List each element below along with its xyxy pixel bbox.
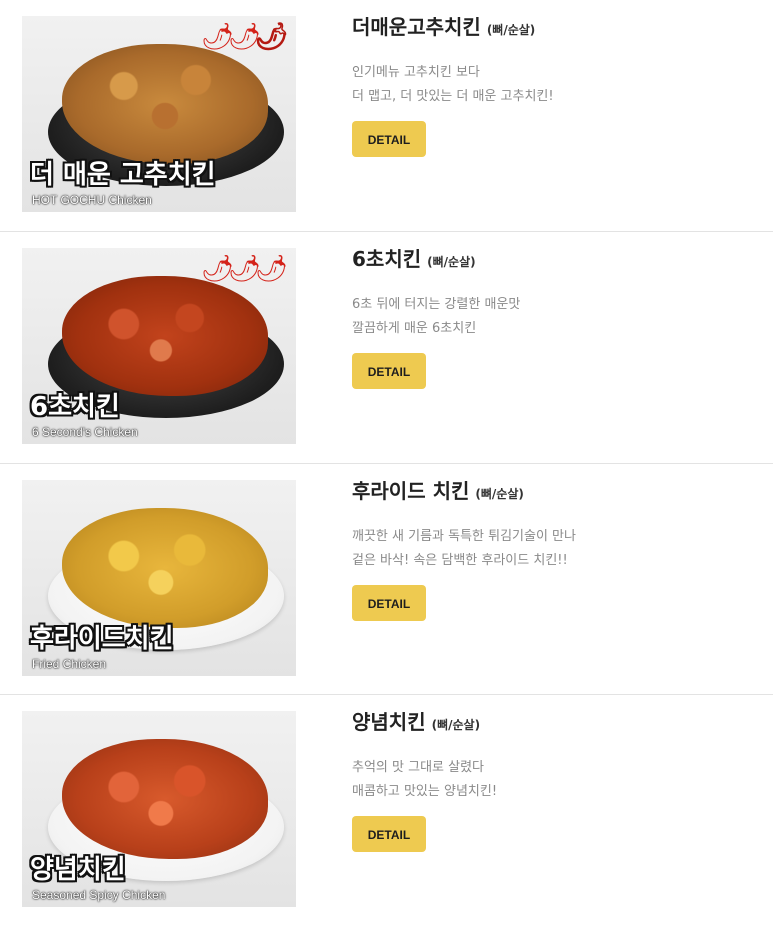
description-line: 매콤하고 맛있는 양념치킨!: [352, 784, 498, 799]
menu-image[interactable]: 🌶🌶🌶 더 매운 고추치킨 HOT GOCHU Chicken: [22, 16, 296, 212]
chili-pepper-icon: 🌶🌶🌶: [200, 21, 289, 53]
chicken-food-image: [62, 44, 268, 164]
image-title: 더 매운 고추치킨: [30, 160, 216, 190]
menu-item-seasoned: 양념치킨 Seasoned Spicy Chicken 양념치킨 (뼈/순살) …: [0, 694, 773, 925]
menu-type: (뼈/순살): [475, 487, 524, 501]
menu-info: 더매운고추치킨 (뼈/순살) 인기메뉴 고추치킨 보다 더 맵고, 더 맛있는 …: [352, 13, 752, 157]
menu-info: 양념치킨 (뼈/순살) 추억의 맛 그대로 살렸다 매콤하고 맛있는 양념치킨!…: [352, 708, 752, 852]
image-subtitle: HOT GOCHU Chicken: [32, 193, 152, 207]
detail-button[interactable]: DETAIL: [352, 121, 426, 157]
detail-button[interactable]: DETAIL: [352, 353, 426, 389]
menu-list: 🌶🌶🌶 더 매운 고추치킨 HOT GOCHU Chicken 더매운고추치킨 …: [0, 0, 773, 913]
chicken-food-image: [62, 508, 268, 628]
image-title: 후라이드치킨: [30, 624, 174, 654]
menu-description: 인기메뉴 고추치킨 보다 더 맵고, 더 맛있는 더 매운 고추치킨!: [352, 61, 752, 109]
image-title: 6초치킨: [30, 392, 120, 422]
menu-name: 6초치킨: [352, 247, 422, 271]
menu-description: 6초 뒤에 터지는 강렬한 매운맛 깔끔하게 매운 6초치킨: [352, 293, 752, 341]
chili-pepper-icon: 🌶🌶🌶: [200, 254, 288, 284]
menu-description: 추억의 맛 그대로 살렸다 매콤하고 맛있는 양념치킨!: [352, 756, 752, 804]
menu-name-row: 양념치킨 (뼈/순살): [352, 708, 752, 736]
menu-name-row: 6초치킨 (뼈/순살): [352, 245, 752, 273]
menu-image[interactable]: 양념치킨 Seasoned Spicy Chicken: [22, 711, 296, 907]
menu-type: (뼈/순살): [486, 23, 536, 37]
image-title: 양념치킨: [30, 855, 126, 885]
image-subtitle: Fried Chicken: [32, 657, 107, 671]
menu-name: 후라이드 치킨: [352, 479, 470, 503]
menu-name: 양념치킨: [352, 710, 426, 734]
description-line: 6초 뒤에 터지는 강렬한 매운맛: [352, 297, 521, 312]
menu-info: 6초치킨 (뼈/순살) 6초 뒤에 터지는 강렬한 매운맛 깔끔하게 매운 6초…: [352, 245, 752, 389]
description-line: 깨끗한 새 기름과 독특한 튀김기술이 만나: [352, 529, 576, 544]
menu-name-row: 후라이드 치킨 (뼈/순살): [352, 477, 752, 505]
description-line: 겉은 바삭! 속은 담백한 후라이드 치킨!!: [352, 553, 568, 568]
detail-button[interactable]: DETAIL: [352, 816, 426, 852]
menu-item-hot-gochu: 🌶🌶🌶 더 매운 고추치킨 HOT GOCHU Chicken 더매운고추치킨 …: [0, 0, 773, 231]
menu-item-6-second: 🌶🌶🌶 6초치킨 6 Second's Chicken 6초치킨 (뼈/순살) …: [0, 231, 773, 462]
description-line: 깔끔하게 매운 6초치킨: [352, 321, 477, 336]
menu-name-row: 더매운고추치킨 (뼈/순살): [352, 13, 752, 41]
menu-type: (뼈/순살): [431, 718, 481, 732]
image-subtitle: 6 Second's Chicken: [32, 425, 138, 439]
image-subtitle: Seasoned Spicy Chicken: [32, 888, 166, 902]
menu-type: (뼈/순살): [427, 255, 476, 269]
menu-description: 깨끗한 새 기름과 독특한 튀김기술이 만나 겉은 바삭! 속은 담백한 후라이…: [352, 525, 752, 573]
chicken-food-image: [62, 276, 268, 396]
menu-info: 후라이드 치킨 (뼈/순살) 깨끗한 새 기름과 독특한 튀김기술이 만나 겉은…: [352, 477, 752, 621]
description-line: 더 맵고, 더 맛있는 더 매운 고추치킨!: [352, 89, 554, 104]
description-line: 인기메뉴 고추치킨 보다: [352, 65, 480, 80]
menu-image[interactable]: 후라이드치킨 Fried Chicken: [22, 480, 296, 676]
detail-button[interactable]: DETAIL: [352, 585, 426, 621]
menu-item-fried: 후라이드치킨 Fried Chicken 후라이드 치킨 (뼈/순살) 깨끗한 …: [0, 463, 773, 694]
chicken-food-image: [62, 739, 268, 859]
menu-name: 더매운고추치킨: [352, 15, 481, 39]
menu-image[interactable]: 🌶🌶🌶 6초치킨 6 Second's Chicken: [22, 248, 296, 444]
description-line: 추억의 맛 그대로 살렸다: [352, 760, 484, 775]
